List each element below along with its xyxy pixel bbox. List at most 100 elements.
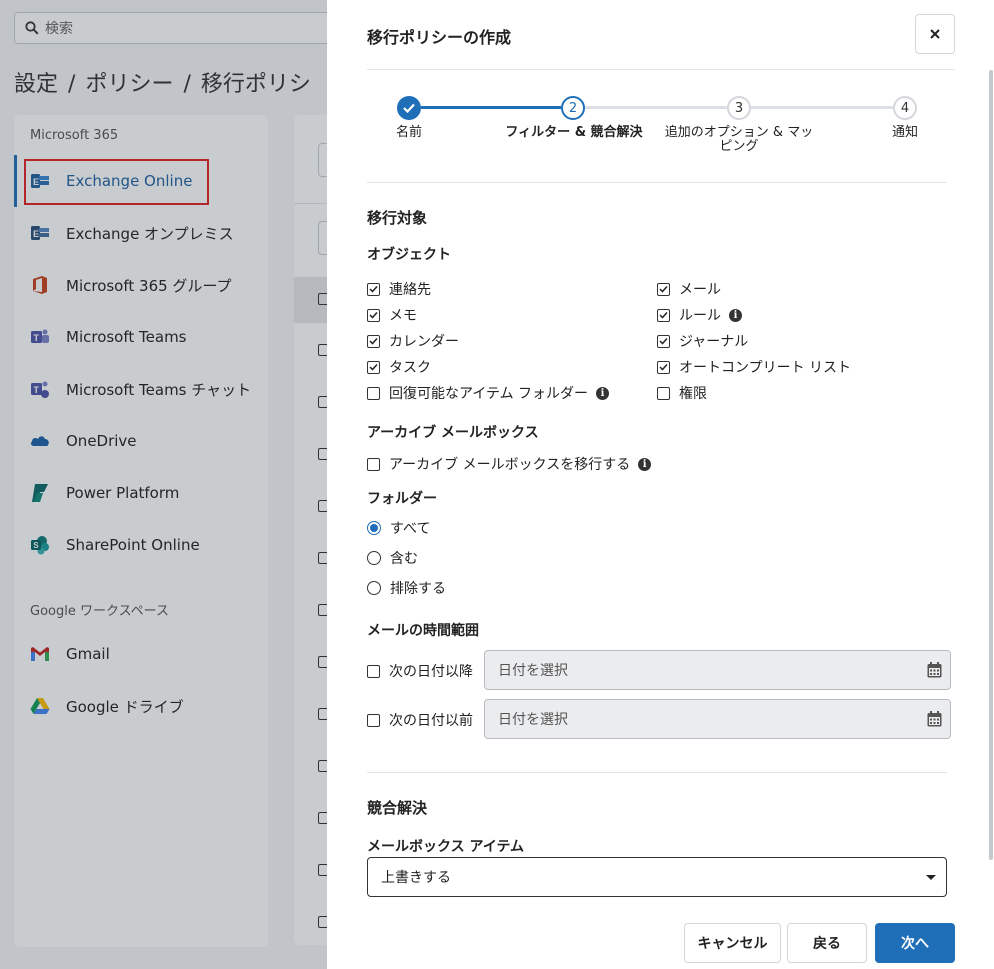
step-2-indicator[interactable]: 2 [561,96,585,120]
radio-button[interactable] [367,551,381,565]
checkbox[interactable] [367,282,380,296]
radio-button[interactable] [367,521,381,535]
checkmark-icon [659,285,668,293]
checkbox-label: 次の日付以前 [389,713,473,729]
checkbox-label: ジャーナル [679,334,749,350]
step-1-label: 名前 [395,125,422,140]
checkbox-label: カレンダー [389,334,459,350]
section-divider [367,182,947,183]
checkbox-date-before[interactable]: 次の日付以前 [367,710,473,730]
back-button[interactable]: 戻る [787,923,867,963]
checkbox-autocomplete-list[interactable]: オートコンプリート リスト [657,357,851,377]
radio-label: 排除する [390,581,446,597]
checkbox[interactable] [367,308,380,322]
info-icon[interactable]: i [729,308,742,322]
checkbox-label: ルール [679,308,721,324]
close-icon [930,29,940,39]
checkbox-mail[interactable]: メール [657,279,721,299]
checkbox-label: タスク [389,360,431,376]
step-connector [751,106,893,109]
date-after-input[interactable]: 日付を選択 [484,650,951,690]
calendar-icon[interactable] [927,662,942,678]
step-connector [585,106,727,109]
checkmark-icon [369,363,378,371]
checkbox[interactable] [657,334,670,348]
checkbox[interactable] [367,664,380,678]
next-button[interactable]: 次へ [875,923,955,963]
checkbox-date-after[interactable]: 次の日付以降 [367,661,473,681]
radio-folder-include[interactable]: 含む [367,548,418,568]
checkbox-migrate-archive[interactable]: アーカイブ メールボックスを移行する i [367,454,652,474]
radio-folder-all[interactable]: すべて [367,518,430,538]
checkbox[interactable] [367,713,380,727]
step-3-label-line1: 追加のオプション & マッ [664,125,814,140]
checkbox[interactable] [657,308,670,322]
checkbox[interactable] [657,282,670,296]
folder-heading: フォルダー [367,491,437,507]
mailbox-items-heading: メールボックス アイテム [367,839,525,855]
create-policy-drawer: 移行ポリシーの作成 2 3 4 名前 フィルター & 競合解決 追加のオプション… [327,0,994,969]
checkbox[interactable] [367,360,380,374]
step-4-label: 通知 [891,125,918,140]
checkbox-label: アーカイブ メールボックスを移行する [389,457,631,473]
checkmark-icon [369,311,378,319]
checkmark-icon [369,285,378,293]
header-divider [367,69,955,70]
checkbox-tasks[interactable]: タスク [367,357,431,377]
select-value: 上書きする [381,870,451,886]
step-connector-complete [421,106,561,109]
cancel-button[interactable]: キャンセル [684,923,781,963]
checkbox-permissions[interactable]: 権限 [657,383,707,403]
checkmark-icon [659,363,668,371]
checkbox-label: 連絡先 [389,282,431,298]
modal-title: 移行ポリシーの作成 [367,28,512,47]
radio-folder-exclude[interactable]: 排除する [367,578,446,598]
section-migration-target: 移行対象 [367,209,428,227]
radio-label: すべて [390,521,431,537]
step-3-indicator[interactable]: 3 [727,96,751,120]
step-1-indicator[interactable] [397,96,421,120]
calendar-icon[interactable] [927,711,942,727]
checkbox-label: メモ [389,308,417,324]
checkbox[interactable] [367,457,380,471]
checkmark-icon [659,311,668,319]
mailbox-items-select[interactable]: 上書きする [367,857,947,897]
section-divider [367,772,947,773]
checkbox-calendar[interactable]: カレンダー [367,331,459,351]
date-placeholder: 日付を選択 [498,663,568,679]
section-conflict-resolution: 競合解決 [367,799,428,817]
checkbox-rules[interactable]: ルール i [657,305,742,325]
checkbox[interactable] [657,360,670,374]
info-icon[interactable]: i [638,457,652,471]
checkbox-notes[interactable]: メモ [367,305,417,325]
checkbox-label: 回復可能なアイテム フォルダー [389,386,589,402]
date-before-input[interactable]: 日付を選択 [484,699,951,739]
checkbox[interactable] [657,386,670,400]
scrollbar[interactable] [989,70,993,860]
mail-range-heading: メールの時間範囲 [367,623,479,639]
close-button[interactable] [915,14,955,54]
checkmark-icon [369,337,378,345]
checkbox-journal[interactable]: ジャーナル [657,331,748,351]
step-3-label: 追加のオプション & マッ ピング [659,126,819,154]
radio-button[interactable] [367,581,381,595]
step-2-label: フィルター & 競合解決 [505,125,643,140]
radio-label: 含む [390,551,418,567]
checkbox-label: 権限 [679,386,707,402]
info-icon[interactable]: i [596,386,610,400]
checkbox-label: 次の日付以降 [389,664,473,680]
checkbox-label: メール [679,282,721,298]
checkbox[interactable] [367,386,380,400]
checkbox-recoverable-items[interactable]: 回復可能なアイテム フォルダー i [367,383,610,403]
caret-down-icon [926,875,936,880]
checkbox[interactable] [367,334,380,348]
archive-heading: アーカイブ メールボックス [367,425,539,441]
step-4-indicator[interactable]: 4 [893,96,917,120]
date-placeholder: 日付を選択 [498,712,568,728]
checkbox-contacts[interactable]: 連絡先 [367,279,431,299]
checkmark-icon [659,337,668,345]
step-3-label-line2: ピング [719,139,759,154]
checkmark-icon [403,103,415,113]
checkbox-label: オートコンプリート リスト [679,360,852,376]
objects-heading: オブジェクト [367,247,451,263]
